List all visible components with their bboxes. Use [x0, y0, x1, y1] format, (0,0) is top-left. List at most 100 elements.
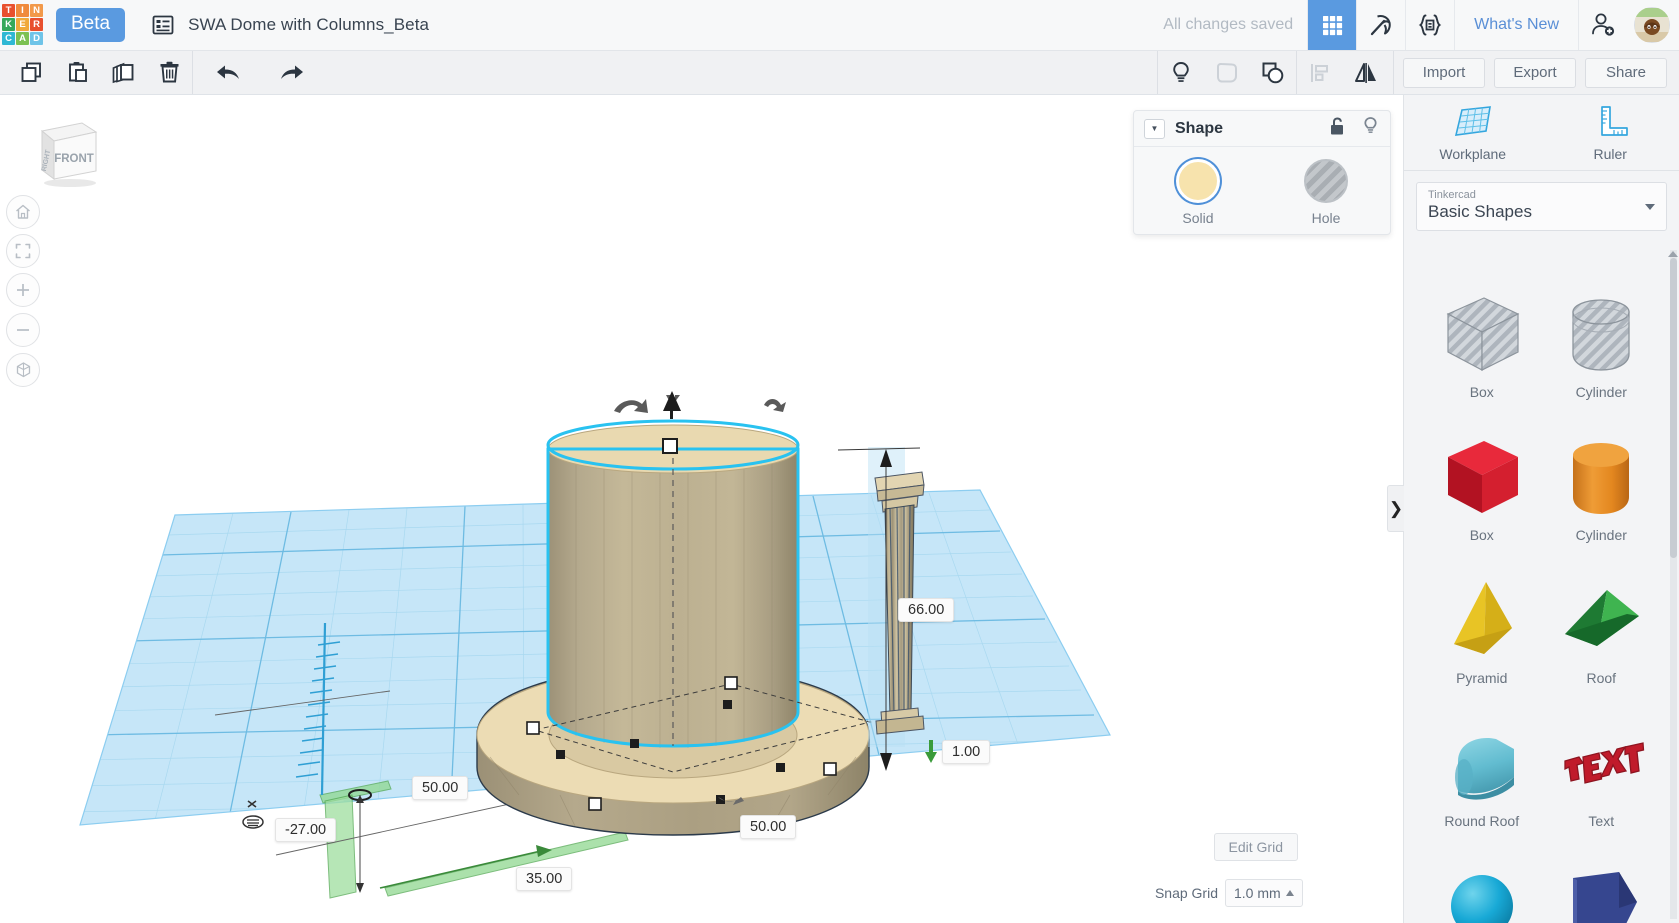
- solid-label: Solid: [1182, 210, 1214, 226]
- delete-button[interactable]: [146, 51, 192, 94]
- shape-item-wedge[interactable]: Wedge: [1542, 835, 1662, 923]
- chevron-up-icon: [1286, 890, 1294, 896]
- pyramid-icon: [1434, 572, 1530, 668]
- hole-label: Hole: [1311, 210, 1341, 226]
- chevron-down-icon[interactable]: ▼: [1144, 118, 1165, 139]
- shape-item-label: Box: [1469, 384, 1494, 400]
- shape-item-label: Roof: [1586, 670, 1617, 686]
- dim-base-height[interactable]: 1.00: [942, 740, 991, 764]
- shape-hole-option[interactable]: Hole: [1304, 159, 1348, 226]
- shape-item-label: Cylinder: [1575, 384, 1627, 400]
- round-roof-icon: [1434, 715, 1530, 811]
- fit-view-button[interactable]: [6, 234, 40, 268]
- rotation-handles: [614, 391, 786, 419]
- snap-grid-value: 1.0 mm: [1234, 885, 1281, 901]
- ruler-tool-button[interactable]: Ruler: [1542, 95, 1679, 170]
- perspective-toggle-button[interactable]: [6, 353, 40, 387]
- dim-diameter-y[interactable]: 50.00: [740, 815, 797, 839]
- logo-tile-a-7: A: [16, 32, 29, 45]
- user-avatar[interactable]: [1634, 7, 1670, 43]
- import-button[interactable]: Import: [1403, 57, 1485, 88]
- lightbulb-button[interactable]: [1158, 51, 1204, 94]
- zoom-out-button[interactable]: [6, 313, 40, 347]
- shape-item-text[interactable]: Text: [1542, 692, 1662, 829]
- dim-ruler-length[interactable]: 35.00: [516, 867, 573, 891]
- logo-tile-i-1: I: [16, 4, 29, 17]
- mirror-button[interactable]: [1343, 51, 1389, 94]
- shape-panel-title: Shape: [1175, 119, 1224, 137]
- toolbar-divider: [1393, 51, 1394, 94]
- logo-tile-c-6: C: [2, 32, 15, 45]
- library-name: Basic Shapes: [1428, 202, 1532, 221]
- shape-item-label: Pyramid: [1456, 670, 1508, 686]
- paste-button[interactable]: [54, 51, 100, 94]
- align-button[interactable]: [1297, 51, 1343, 94]
- add-person-icon[interactable]: [1578, 0, 1627, 50]
- workplane-label: Workplane: [1439, 145, 1507, 162]
- shape-item-hole-cylinder[interactable]: Cylinder: [1542, 263, 1662, 400]
- copy-button[interactable]: [8, 51, 54, 94]
- shape-item-round-roof[interactable]: Round Roof: [1422, 692, 1542, 829]
- edit-grid-button[interactable]: Edit Grid: [1213, 833, 1298, 861]
- export-button[interactable]: Export: [1494, 57, 1576, 88]
- logo-tile-k-3: K: [2, 18, 15, 31]
- share-button[interactable]: Share: [1585, 57, 1667, 88]
- codeblocks-icon[interactable]: [1405, 0, 1454, 50]
- logo-tile-d-8: D: [30, 32, 43, 45]
- solid-swatch: [1176, 159, 1220, 203]
- sidebar-collapse-toggle[interactable]: ❯: [1387, 485, 1404, 532]
- logo-tile-e-4: E: [16, 18, 29, 31]
- group-button[interactable]: [1204, 51, 1250, 94]
- tinkercad-logo[interactable]: TIN KER CAD: [2, 4, 44, 46]
- hole-cylinder-icon: [1553, 286, 1649, 382]
- zoom-in-button[interactable]: [6, 273, 40, 307]
- shape-item-box[interactable]: Box: [1422, 406, 1542, 543]
- shape-item-label: Round Roof: [1444, 813, 1520, 829]
- cylinder-icon: [1553, 429, 1649, 525]
- roof-icon: [1553, 572, 1649, 668]
- edit-toolbar: Import Export Share: [0, 51, 1679, 95]
- view-cube[interactable]: FRONT RIGHT: [24, 117, 100, 189]
- unlock-icon[interactable]: [1328, 116, 1347, 141]
- home-view-button[interactable]: [6, 195, 40, 229]
- duplicate-button[interactable]: [100, 51, 146, 94]
- sidebar-scrollbar-thumb[interactable]: [1670, 258, 1677, 558]
- library-provider: Tinkercad: [1428, 189, 1476, 201]
- box-icon: [1434, 429, 1530, 525]
- workplane-tool[interactable]: Workplane: [1404, 95, 1542, 170]
- documents-icon[interactable]: [151, 14, 174, 37]
- shape-solid-option[interactable]: Solid: [1176, 159, 1220, 226]
- snap-grid-select[interactable]: 1.0 mm: [1225, 879, 1303, 907]
- shape-panel-header: ▼ Shape: [1134, 111, 1390, 147]
- shapes-sidebar: ❯ Workplane Ruler Tinkercad Basic Shapes…: [1387, 95, 1679, 923]
- view-cube-front-label: FRONT: [54, 153, 94, 165]
- redo-button[interactable]: [269, 51, 315, 94]
- wedge-icon: [1553, 858, 1649, 923]
- top-bar: TIN KER CAD Beta SWA Dome with Columns_Bet…: [0, 0, 1679, 51]
- shape-item-sphere[interactable]: Sphere: [1422, 835, 1542, 923]
- shape-item-roof[interactable]: Roof: [1542, 549, 1662, 686]
- hole-box-icon: [1434, 286, 1530, 382]
- shape-library-list[interactable]: Box Cylinder Box Cylinder Pyramid Roof R…: [1404, 247, 1679, 923]
- dim-offset-z[interactable]: -27.00: [275, 818, 337, 842]
- dim-column-height[interactable]: 66.00: [898, 598, 955, 622]
- undo-button[interactable]: [205, 51, 251, 94]
- shape-item-pyramid[interactable]: Pyramid: [1422, 549, 1542, 686]
- shape-properties-panel: ▼ Shape Solid Hole: [1133, 110, 1391, 235]
- snap-grid-label: Snap Grid: [1154, 885, 1218, 901]
- lightbulb-icon[interactable]: [1361, 116, 1380, 142]
- main-cylinder-shape: [546, 419, 800, 748]
- shape-library-select[interactable]: Tinkercad Basic Shapes: [1416, 182, 1667, 231]
- document-title[interactable]: SWA Dome with Columns_Beta: [188, 15, 429, 35]
- logo-tile-r-5: R: [30, 18, 43, 31]
- designs-grid-icon[interactable]: [1307, 0, 1357, 50]
- beta-badge[interactable]: Beta: [56, 8, 126, 42]
- ungroup-button[interactable]: [1250, 51, 1296, 94]
- pickaxe-icon[interactable]: [1356, 0, 1405, 50]
- shape-item-cylinder[interactable]: Cylinder: [1542, 406, 1662, 543]
- whats-new-link[interactable]: What's New: [1454, 0, 1578, 50]
- shape-item-hole-box[interactable]: Box: [1422, 263, 1542, 400]
- scroll-up-arrow-icon[interactable]: [1668, 251, 1678, 257]
- logo-tile-t-0: T: [2, 4, 15, 17]
- dim-diameter-x[interactable]: 50.00: [412, 776, 469, 800]
